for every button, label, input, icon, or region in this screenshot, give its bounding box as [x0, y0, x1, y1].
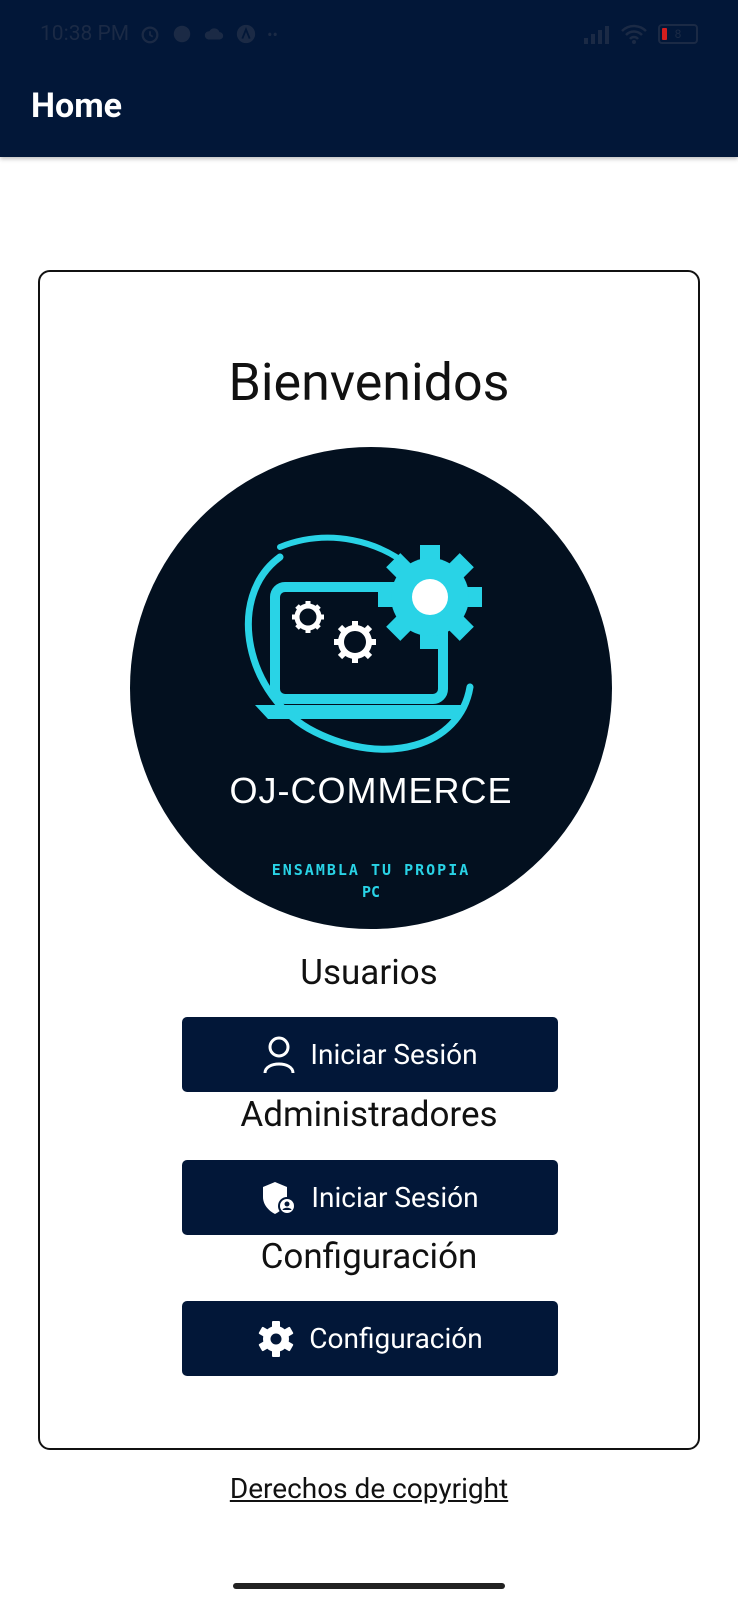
user-icon — [263, 1036, 295, 1073]
home-indicator[interactable] — [233, 1583, 505, 1589]
oj-commerce-logo: OJ-COMMERCE ENSAMBLA TU PROPIA PC — [130, 447, 612, 929]
config-button[interactable]: Configuración — [182, 1301, 558, 1376]
welcome-heading: Bienvenidos — [228, 352, 510, 413]
more-icon: •• — [267, 24, 278, 44]
logo-brand-text: OJ-COMMERCE — [230, 770, 513, 811]
battery-icon: 8 — [658, 24, 698, 44]
user-login-button[interactable]: Iniciar Sesión — [182, 1017, 558, 1092]
admin-shield-icon — [263, 1181, 297, 1215]
battery-level: 8 — [674, 27, 682, 41]
logo-tagline-line1: ENSAMBLA TU PROPIA — [272, 861, 471, 879]
config-button-label: Configuración — [309, 1322, 483, 1355]
status-bar: 10:38 PM •• 8 — [0, 14, 738, 54]
users-section-label: Usuarios — [300, 952, 438, 993]
status-right: 8 — [584, 23, 698, 45]
status-left: 10:38 PM •• — [40, 22, 278, 46]
copyright-link[interactable]: Derechos de copyright — [0, 1472, 738, 1505]
config-section-label: Configuración — [260, 1236, 478, 1277]
signal-icon — [584, 26, 609, 44]
alarm-icon — [141, 26, 159, 44]
app-icon — [236, 24, 256, 44]
admin-login-label: Iniciar Sesión — [311, 1181, 479, 1214]
app-bar: 10:38 PM •• 8 Home — [0, 0, 738, 157]
user-login-label: Iniciar Sesión — [310, 1038, 478, 1071]
welcome-card: Bienvenidos OJ-COMMERCE ENSAMBLA TU PROP… — [38, 270, 700, 1450]
admins-section-label: Administradores — [240, 1094, 498, 1135]
admin-login-button[interactable]: Iniciar Sesión — [182, 1160, 558, 1235]
wifi-icon — [621, 24, 647, 44]
cloud-icon — [204, 28, 224, 40]
globe-icon — [173, 25, 191, 43]
page-title: Home — [31, 86, 123, 126]
gear-icon — [259, 1320, 294, 1357]
logo-tagline-line2: PC — [362, 883, 380, 901]
status-time: 10:38 PM — [40, 22, 130, 46]
